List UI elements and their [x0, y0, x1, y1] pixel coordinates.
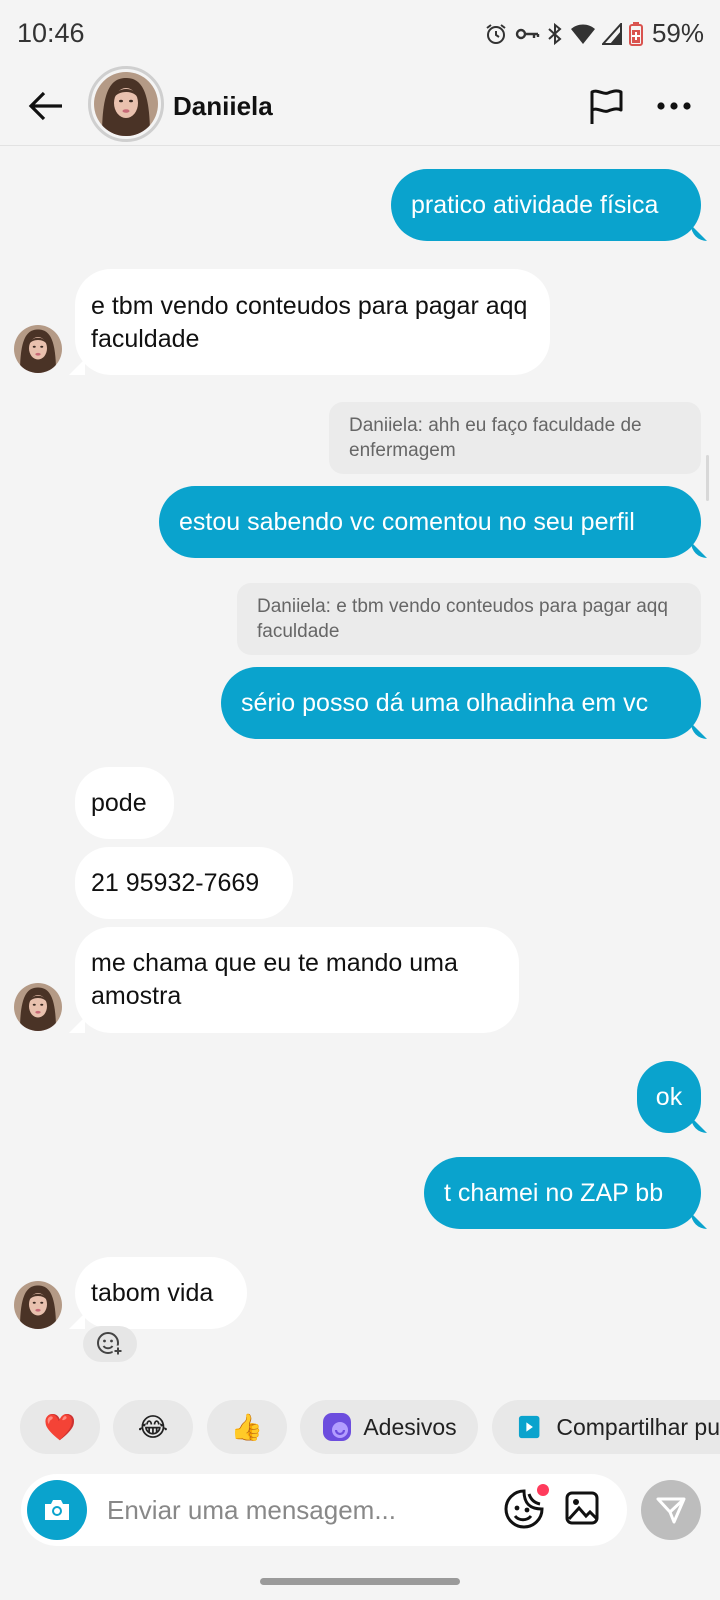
message-input[interactable]: [107, 1490, 467, 1530]
message-text: 21 95932-7669: [91, 868, 260, 897]
signal-icon: [601, 22, 622, 45]
contact-avatar[interactable]: [88, 66, 164, 142]
send-icon: [656, 1497, 686, 1524]
stickers-label: Adesivos: [363, 1413, 457, 1440]
outgoing-message[interactable]: t chamei no ZAP bb: [424, 1157, 701, 1229]
quick-reply-thumbs-up[interactable]: 👍: [207, 1400, 287, 1454]
sticker-picker-button[interactable]: [503, 1484, 549, 1532]
message-text: pode: [91, 788, 147, 817]
status-bar: 10:46 59%: [0, 0, 720, 66]
outgoing-message[interactable]: pratico atividade física: [391, 169, 701, 241]
message-text: estou sabendo vc comentou no seu perfil: [179, 507, 635, 536]
back-arrow-icon: [28, 91, 62, 121]
thumbs-up-emoji: 👍: [230, 1411, 264, 1442]
message-text: pratico atividade física: [411, 190, 659, 219]
reply-quote[interactable]: Daniiela: ahh eu faço faculdade de enfer…: [329, 402, 701, 474]
camera-button[interactable]: [27, 1480, 87, 1540]
home-indicator[interactable]: [260, 1578, 460, 1585]
notification-dot: [537, 1484, 549, 1496]
quick-reply-heart[interactable]: ❤️: [20, 1400, 100, 1454]
back-button[interactable]: [24, 84, 68, 128]
add-reaction-icon: [97, 1332, 124, 1357]
message-composer: [21, 1474, 627, 1546]
add-reaction-button[interactable]: [83, 1326, 137, 1362]
flag-icon: [590, 89, 623, 124]
bluetooth-icon: [546, 22, 564, 46]
send-button[interactable]: [641, 1480, 701, 1540]
stickers-button[interactable]: Adesivos: [300, 1400, 478, 1454]
battery-percent: 59%: [651, 18, 704, 48]
wifi-icon: [570, 23, 596, 45]
quick-reply-laugh[interactable]: 😂: [113, 1400, 193, 1454]
status-time: 10:46: [17, 18, 85, 48]
quote-text: Daniiela: ahh eu faço faculdade de enfer…: [349, 415, 642, 461]
avatar-image: [94, 72, 158, 136]
incoming-message[interactable]: e tbm vendo conteudos para pagar aqq fac…: [75, 269, 550, 375]
scrollbar[interactable]: [706, 455, 709, 501]
outgoing-message[interactable]: estou sabendo vc comentou no seu perfil: [159, 486, 701, 558]
message-text: sério posso dá uma olhadinha em vc: [241, 688, 649, 717]
outgoing-message[interactable]: ok: [637, 1061, 701, 1133]
laugh-emoji: 😂: [137, 1411, 169, 1442]
outgoing-message[interactable]: sério posso dá uma olhadinha em vc: [221, 667, 701, 739]
message-text: e tbm vendo conteudos para pagar aqq fac…: [91, 292, 528, 353]
sender-avatar[interactable]: [14, 983, 62, 1031]
message-text: t chamei no ZAP bb: [444, 1178, 664, 1207]
incoming-message[interactable]: pode: [75, 767, 174, 839]
message-text: me chama que eu te mando uma amostra: [91, 949, 458, 1010]
heart-emoji: ❤️: [43, 1411, 77, 1442]
report-button[interactable]: [586, 86, 626, 126]
incoming-message[interactable]: tabom vida: [75, 1257, 247, 1329]
contact-name[interactable]: Daniiela: [173, 91, 273, 122]
incoming-message[interactable]: me chama que eu te mando uma amostra: [75, 927, 519, 1033]
share-button[interactable]: Compartilhar pu: [492, 1400, 720, 1454]
chat-header: Daniiela: [0, 66, 720, 146]
gallery-button[interactable]: [564, 1490, 604, 1530]
image-icon: [565, 1491, 599, 1525]
sender-avatar[interactable]: [14, 325, 62, 373]
battery-saver-icon: [628, 21, 644, 47]
sender-avatar[interactable]: [14, 1281, 62, 1329]
share-label: Compartilhar pu: [556, 1413, 720, 1440]
camera-icon: [45, 1500, 69, 1520]
incoming-message[interactable]: 21 95932-7669: [75, 847, 293, 919]
message-text: ok: [655, 1082, 683, 1111]
vpn-key-icon: [514, 22, 540, 46]
reply-quote[interactable]: Daniiela: e tbm vendo conteudos para pag…: [237, 583, 701, 655]
message-text: tabom vida: [91, 1278, 214, 1307]
sticker-icon: [323, 1413, 352, 1441]
more-options-button[interactable]: [652, 86, 696, 126]
share-video-icon: [518, 1415, 540, 1439]
more-options-icon: [657, 102, 691, 110]
alarm-icon: [484, 22, 508, 46]
quote-text: Daniiela: e tbm vendo conteudos para pag…: [257, 596, 668, 642]
